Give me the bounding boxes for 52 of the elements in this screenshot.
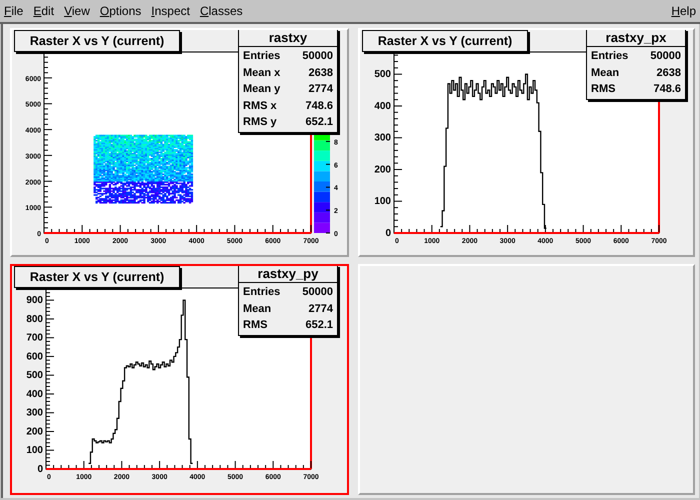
tick-label: 0	[385, 228, 391, 239]
tick-label: 100	[374, 196, 391, 208]
stats-value: 2638	[656, 66, 681, 80]
tick-label: 500	[374, 69, 391, 80]
stats-title: rastxy_px	[587, 30, 685, 47]
menu-item[interactable]: Classes	[198, 2, 245, 20]
stats-label: RMS y	[243, 115, 277, 130]
stats-label: Mean	[243, 302, 272, 316]
plot-title: Raster X vs Y (current)	[14, 30, 180, 52]
stats-value: 50000	[302, 285, 333, 300]
empty-pad[interactable]	[358, 264, 695, 495]
help-menu[interactable]: Help	[669, 2, 698, 20]
stats-label: RMS	[243, 318, 268, 333]
stats-value: 50000	[650, 49, 681, 64]
stats-value: 2774	[308, 302, 333, 316]
stats-title: rastxy_py	[239, 266, 337, 283]
stats-value: 652.1	[305, 318, 333, 333]
menu-item[interactable]: Options	[98, 2, 144, 20]
stats-label: Entries	[591, 49, 628, 64]
tick-label: 700	[26, 332, 43, 344]
stats-value: 2638	[308, 66, 333, 80]
menu-item[interactable]: Edit	[31, 2, 56, 20]
stats-title: rastxy	[239, 30, 337, 47]
tick-label: 0	[37, 464, 43, 475]
tick-label: 600	[26, 351, 43, 362]
tick-label: 100	[26, 445, 43, 456]
stats-label: Mean y	[243, 82, 280, 97]
tick-label: 500	[26, 370, 43, 382]
tick-label: 900	[26, 295, 43, 306]
menu-item[interactable]: View	[62, 2, 92, 20]
stats-label: RMS	[591, 82, 616, 97]
plot-title: Raster X vs Y (current)	[14, 266, 180, 288]
tick-label: 200	[374, 164, 391, 176]
tick-label: 200	[26, 426, 43, 438]
stats-value: 652.1	[305, 115, 333, 130]
stats-value: 748.6	[653, 82, 681, 97]
stats-value: 748.6	[305, 98, 333, 114]
menu-item[interactable]: File	[2, 2, 26, 20]
tick-label: 800	[26, 314, 43, 325]
tick-label: 400	[374, 100, 391, 112]
plot-title: Raster X vs Y (current)	[362, 30, 528, 52]
tick-label: 400	[26, 388, 43, 400]
menu-item[interactable]: Inspect	[149, 2, 192, 20]
stats-label: RMS x	[243, 98, 277, 114]
stats-label: Mean x	[243, 66, 280, 80]
stats-value: 50000	[302, 49, 333, 64]
stats-value: 2774	[308, 82, 333, 97]
stats-label: Mean	[591, 66, 620, 80]
tick-label: 300	[374, 132, 391, 144]
stats-label: Entries	[243, 49, 280, 64]
tick-label: 300	[26, 408, 43, 419]
stats-label: Entries	[243, 285, 280, 300]
